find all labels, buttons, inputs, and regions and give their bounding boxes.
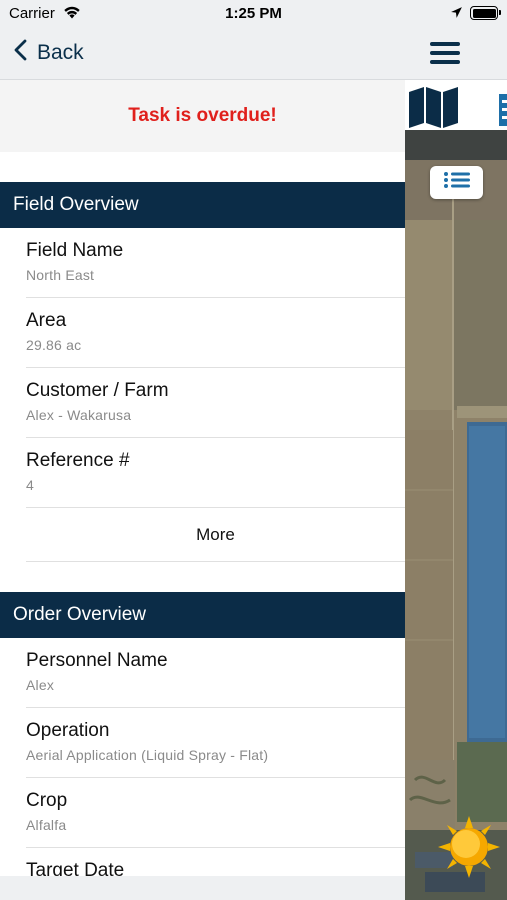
area-row: Area 29.86 ac [26,298,405,368]
more-button[interactable]: More [26,508,405,562]
row-label: Personnel Name [26,650,168,671]
row-label: Reference # [26,450,130,471]
field-name-row: Field Name North East [26,228,405,298]
row-label: Area [26,310,67,331]
row-value: Alfalfa [26,817,67,833]
map-view[interactable] [405,80,507,900]
overdue-banner: Task is overdue! [0,80,405,152]
clock: 1:25 PM [225,5,282,22]
target-date-row: Target Date [26,848,405,876]
row-value: North East [26,267,95,283]
row-value: Aerial Application (Liquid Spray - Flat) [26,747,269,763]
navigation-bar: Back [0,28,507,80]
row-label: Target Date [26,860,125,876]
row-label: Crop [26,790,68,811]
overdue-text: Task is overdue! [128,105,277,126]
order-overview-title: Order Overview [13,604,147,625]
list-icon [443,171,471,194]
status-bar: Carrier 1:25 PM [0,0,507,28]
row-label: Customer / Farm [26,380,169,401]
task-details-panel[interactable]: Task is overdue! Field Overview Field Na… [0,80,405,876]
bottom-toolbar [0,876,405,900]
row-value: Alex - Wakarusa [26,407,132,423]
map-tabs [405,80,507,130]
crop-row: Crop Alfalfa [26,778,405,848]
field-overview-title: Field Overview [13,194,139,215]
row-value: Alex [26,677,55,693]
map-icon[interactable] [407,86,461,133]
personnel-name-row: Personnel Name Alex [26,638,405,708]
field-overview-header: Field Overview [0,182,405,228]
row-label: Field Name [26,240,124,261]
order-overview-header: Order Overview [0,592,405,638]
battery-icon [470,6,501,20]
layers-list-button[interactable] [430,166,483,199]
list-icon[interactable] [497,86,507,133]
location-arrow-icon [450,6,463,23]
satellite-imagery [405,130,507,900]
customer-farm-row: Customer / Farm Alex - Wakarusa [26,368,405,438]
reference-row: Reference # 4 [26,438,405,508]
row-value: 4 [26,477,34,493]
chevron-left-icon [14,39,27,67]
operation-row: Operation Aerial Application (Liquid Spr… [26,708,405,778]
row-label: Operation [26,720,110,741]
sun-icon[interactable] [438,816,500,883]
back-button[interactable]: Back [14,38,84,68]
back-label: Back [37,41,84,64]
hamburger-menu-icon[interactable] [428,39,462,67]
row-value: 29.86 ac [26,337,82,353]
